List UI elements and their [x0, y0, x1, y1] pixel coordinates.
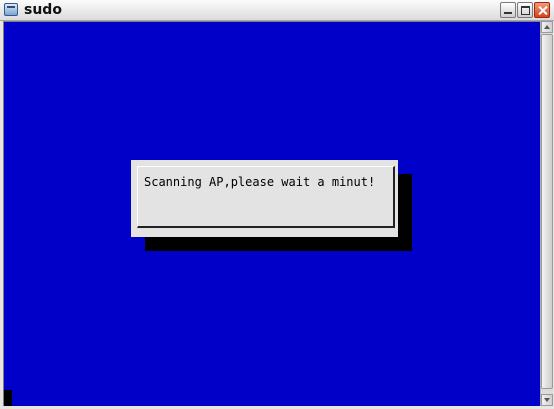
arrow-down-icon: [544, 398, 550, 402]
maximize-button[interactable]: [517, 2, 533, 18]
dialog-message: Scanning AP,please wait a minut!: [144, 175, 376, 189]
close-button[interactable]: [534, 2, 550, 18]
scroll-down-button[interactable]: [541, 394, 553, 406]
scroll-thumb[interactable]: [541, 34, 553, 389]
minimize-button[interactable]: [500, 2, 516, 18]
title-bar[interactable]: sudo: [0, 0, 554, 21]
terminal-window: sudo Scanning AP,please wait a minut!: [0, 0, 554, 409]
terminal-screen[interactable]: Scanning AP,please wait a minut!: [3, 21, 540, 406]
scroll-up-button[interactable]: [541, 21, 553, 33]
info-dialog: Scanning AP,please wait a minut!: [131, 160, 398, 237]
terminal-window-icon[interactable]: [4, 3, 18, 16]
terminal-cursor: [4, 390, 12, 406]
vertical-scrollbar[interactable]: [540, 21, 553, 406]
window-title: sudo: [24, 2, 62, 18]
arrow-up-icon: [544, 25, 550, 29]
